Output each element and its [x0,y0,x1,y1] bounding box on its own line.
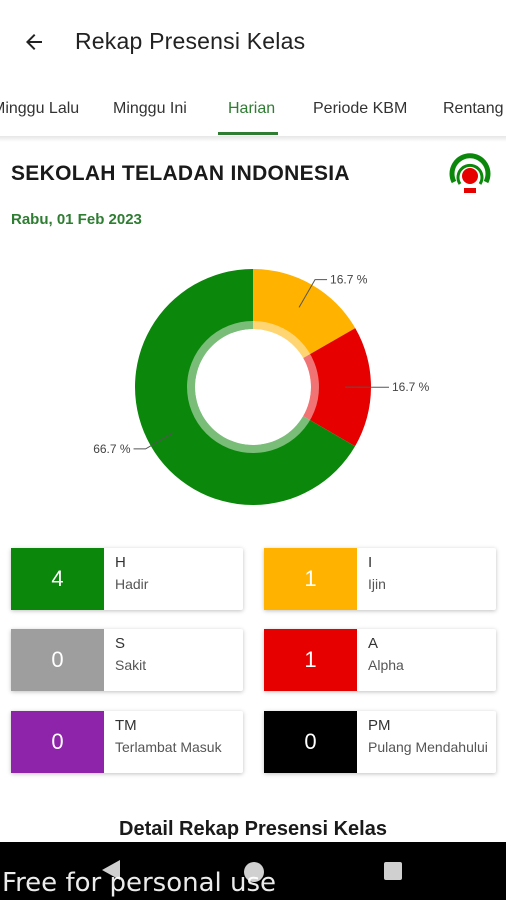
stat-card-sakit[interactable]: 0 S Sakit [11,629,243,691]
stat-count: 0 [11,629,104,691]
stat-card-ijin[interactable]: 1 I Ijin [264,548,496,610]
stat-code: I [368,554,373,571]
stat-code: A [368,635,379,652]
report-date: Rabu, 01 Feb 2023 [11,211,142,228]
donut-svg: 16.7 % 16.7 % 66.7 % [93,269,430,505]
tab-rentang[interactable]: Rentang [443,100,504,118]
app-bar: Rekap Presensi Kelas [0,0,506,82]
stat-label: Alpha [368,657,404,673]
watermark-text: Free for personal use [2,868,277,898]
stat-label: Hadir [115,576,149,592]
stat-card-terlambat-masuk[interactable]: 0 TM Terlambat Masuk [11,711,243,773]
stat-code: H [115,554,126,571]
stat-code: S [115,635,126,652]
page-title: Rekap Presensi Kelas [75,28,306,54]
slice-percent-label: 66.7 % [93,442,131,456]
detail-section-title: Detail Rekap Presensi Kelas [119,818,387,840]
stat-count: 1 [264,548,357,610]
attendance-donut-chart: 16.7 % 16.7 % 66.7 % [60,250,460,530]
stat-label: Pulang Mendahului [368,739,488,755]
stat-card-alpha[interactable]: 1 A Alpha [264,629,496,691]
tab-harian[interactable]: Harian [228,100,275,118]
donut-inner-ring [187,321,319,453]
back-arrow-icon[interactable] [18,26,50,58]
tab-bar: Minggu Lalu Minggu Ini Harian Periode KB… [0,88,506,136]
tab-minggu-ini[interactable]: Minggu Ini [113,100,187,118]
stat-label: Terlambat Masuk [115,739,222,755]
stat-count: 0 [264,711,357,773]
school-logo-icon [446,152,494,196]
stat-card-pulang-mendahului[interactable]: 0 PM Pulang Mendahului [264,711,496,773]
stat-code: PM [368,717,391,734]
stat-label: Sakit [115,657,147,673]
nav-recents-icon[interactable] [384,862,402,880]
tab-minggu-lalu[interactable]: Minggu Lalu [0,100,79,118]
school-name: SEKOLAH TELADAN INDONESIA [11,162,350,185]
slice-percent-label: 16.7 % [330,273,368,287]
stat-label: Ijin [368,576,386,592]
stat-count: 0 [11,711,104,773]
active-tab-indicator [218,132,278,135]
stat-card-hadir[interactable]: 4 H Hadir [11,548,243,610]
divider [0,136,506,142]
stat-code: TM [115,717,137,734]
stat-count: 4 [11,548,104,610]
stat-count: 1 [264,629,357,691]
tab-periode-kbm[interactable]: Periode KBM [313,100,407,118]
slice-percent-label: 16.7 % [392,380,430,394]
